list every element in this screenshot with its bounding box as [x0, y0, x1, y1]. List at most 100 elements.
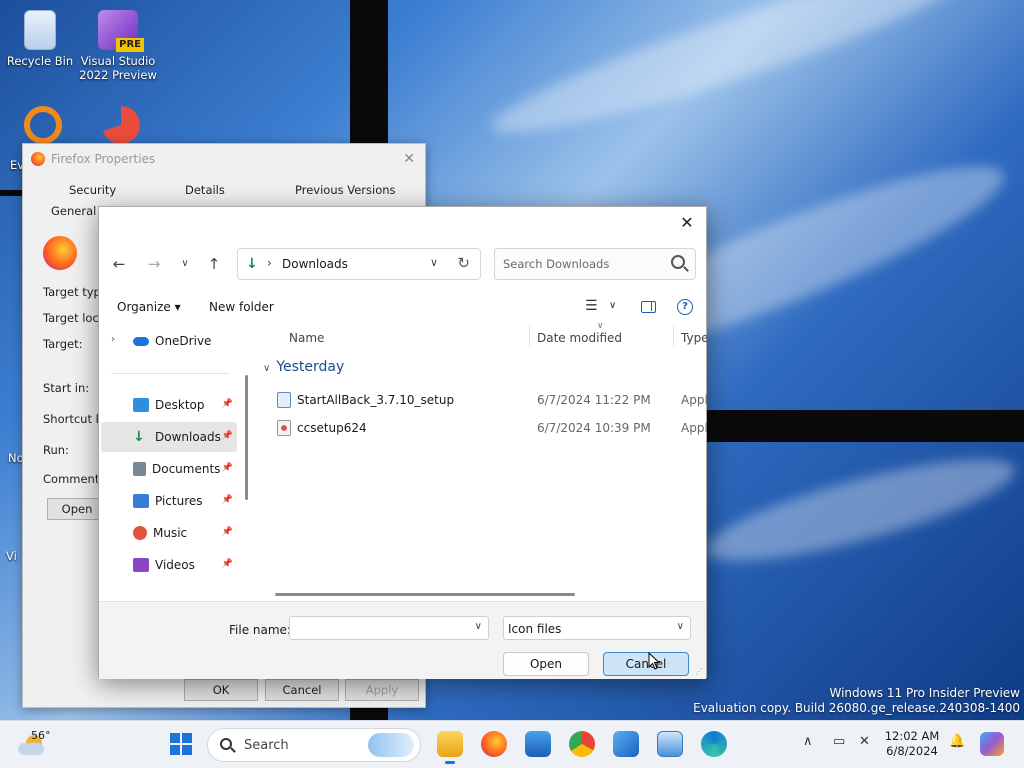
- file-name-combobox[interactable]: ∨: [289, 616, 489, 640]
- file-type: Appli: [681, 393, 707, 407]
- pictures-icon: [133, 494, 149, 508]
- network-icon[interactable]: ▭: [833, 734, 845, 749]
- videos-icon: [133, 558, 149, 572]
- open-file-dialog: ✕ ← → ∨ ↑ ↓ › Downloads ∨ ↻ Organize ▾ N…: [98, 206, 707, 679]
- file-type-filter-select[interactable]: Icon files ∨: [503, 616, 691, 640]
- horizontal-scrollbar[interactable]: [275, 593, 575, 596]
- wallpaper-frame: [700, 410, 1024, 442]
- file-explorer-icon[interactable]: [437, 731, 463, 764]
- sidebar-item-label: Downloads: [155, 430, 221, 444]
- apply-button[interactable]: Apply: [345, 679, 419, 701]
- new-folder-button[interactable]: New folder: [209, 300, 274, 314]
- preview-pane-icon[interactable]: [641, 301, 656, 313]
- help-icon[interactable]: ?: [677, 299, 693, 315]
- file-name: ccsetup624: [297, 421, 367, 435]
- chevron-down-icon[interactable]: ∨: [263, 363, 270, 374]
- weather-temperature[interactable]: 56°: [31, 729, 51, 742]
- group-header[interactable]: ∨ Yesterday: [263, 359, 344, 375]
- chevron-down-icon[interactable]: ∨: [609, 300, 616, 311]
- open-button[interactable]: Open: [503, 652, 589, 676]
- wallpaper-streak: [697, 439, 1023, 581]
- field-label: Run:: [43, 443, 69, 457]
- column-separator[interactable]: [673, 325, 674, 347]
- sidebar-item-desktop[interactable]: Desktop 📌: [101, 390, 237, 420]
- navigation-bar: ← → ∨ ↑ ↓ › Downloads ∨ ↻: [99, 247, 706, 281]
- notification-bell-icon[interactable]: 🔔: [949, 734, 965, 749]
- chevron-up-icon[interactable]: ∧: [803, 734, 813, 749]
- sidebar-item-downloads[interactable]: ↓ Downloads 📌: [101, 422, 237, 452]
- file-row[interactable]: StartAllBack_3.7.10_setup 6/7/2024 11:22…: [255, 387, 707, 413]
- taskbar-search-label: Search: [244, 738, 289, 753]
- field-label: Target typ: [43, 285, 101, 299]
- application-file-icon: [277, 392, 291, 408]
- chrome-icon[interactable]: [569, 731, 595, 757]
- properties-titlebar: Firefox Properties: [23, 144, 425, 174]
- visual-studio-desktop-icon[interactable]: PRE Visual Studio 2022 Preview: [78, 10, 158, 82]
- ok-button[interactable]: OK: [184, 679, 258, 701]
- view-list-icon[interactable]: ☰: [585, 298, 598, 314]
- column-header-date-modified[interactable]: Date modified: [537, 331, 622, 345]
- cancel-button[interactable]: Cancel: [603, 652, 689, 676]
- control-panel-icon[interactable]: [657, 731, 683, 757]
- ccleaner-icon[interactable]: [102, 106, 140, 144]
- copilot-icon[interactable]: [980, 732, 1004, 756]
- tab-general[interactable]: General: [51, 204, 96, 218]
- sidebar-item-onedrive[interactable]: OneDrive: [101, 326, 237, 356]
- recycle-bin-icon: [24, 10, 56, 50]
- sidebar-scrollbar[interactable]: [245, 375, 248, 500]
- edge-icon[interactable]: [701, 731, 727, 757]
- chevron-down-icon[interactable]: ∨: [430, 256, 438, 269]
- pin-icon: 📌: [221, 463, 233, 473]
- volume-muted-icon[interactable]: ✕: [859, 734, 870, 749]
- chevron-down-icon[interactable]: ∨: [475, 621, 482, 632]
- sort-caret-icon: ∨: [597, 323, 604, 331]
- column-header-name[interactable]: Name: [289, 331, 324, 345]
- search-input[interactable]: [503, 255, 663, 273]
- search-icon[interactable]: [671, 255, 685, 269]
- breadcrumb-location[interactable]: Downloads: [282, 257, 348, 271]
- recycle-bin-desktop-icon[interactable]: Recycle Bin: [0, 10, 80, 68]
- watermark-line1: Windows 11 Pro Insider Preview: [829, 686, 1020, 700]
- close-icon[interactable]: ✕: [676, 213, 698, 235]
- address-bar[interactable]: ↓ › Downloads ∨ ↻: [237, 248, 481, 280]
- column-separator[interactable]: [529, 325, 530, 347]
- close-icon[interactable]: ✕: [403, 151, 415, 167]
- organize-button[interactable]: Organize ▾: [117, 300, 181, 314]
- clock-time: 12:02 AM: [884, 729, 940, 743]
- sidebar-item-label: Pictures: [155, 494, 203, 508]
- sidebar-item-videos[interactable]: Videos 📌: [101, 550, 237, 580]
- sidebar-item-pictures[interactable]: Pictures 📌: [101, 486, 237, 516]
- refresh-icon[interactable]: ↻: [457, 254, 470, 272]
- file-name-input[interactable]: [294, 618, 464, 638]
- breadcrumb-separator-icon[interactable]: ›: [267, 256, 272, 270]
- search-box[interactable]: [494, 248, 696, 280]
- up-arrow-icon[interactable]: ↑: [203, 253, 225, 275]
- windows-logo-icon: [170, 733, 180, 743]
- resize-grip-icon[interactable]: ⋰: [695, 667, 703, 676]
- microsoft-store-icon[interactable]: [525, 731, 551, 757]
- tab-previous-versions[interactable]: Previous Versions: [295, 183, 396, 197]
- navigation-pane: › OneDrive Desktop 📌 ↓ Downloads 📌 Docum…: [99, 323, 249, 598]
- chevron-down-icon[interactable]: ∨: [174, 253, 196, 275]
- tab-security[interactable]: Security: [69, 183, 116, 197]
- file-name: StartAllBack_3.7.10_setup: [297, 393, 455, 407]
- windows-logo-icon: [170, 745, 180, 755]
- pin-icon: 📌: [221, 431, 233, 441]
- file-row[interactable]: ccsetup624 6/7/2024 10:39 PM Appli: [255, 415, 707, 441]
- sidebar-item-music[interactable]: Music 📌: [101, 518, 237, 548]
- forward-arrow-icon[interactable]: →: [143, 253, 165, 275]
- column-header-type[interactable]: Type: [681, 331, 707, 345]
- back-arrow-icon[interactable]: ←: [108, 253, 130, 275]
- cancel-button[interactable]: Cancel: [265, 679, 339, 701]
- field-label: Shortcut k: [43, 412, 103, 426]
- firefox-icon[interactable]: [481, 731, 507, 757]
- sidebar-item-documents[interactable]: Documents 📌: [101, 454, 237, 484]
- start-button[interactable]: [170, 733, 192, 755]
- tab-details[interactable]: Details: [185, 183, 225, 197]
- chevron-down-icon[interactable]: ∨: [677, 621, 684, 632]
- taskbar-search-box[interactable]: Search: [207, 728, 421, 762]
- system-clock[interactable]: 12:02 AM 6/8/2024: [880, 729, 944, 759]
- photos-icon[interactable]: [613, 731, 639, 757]
- desktop-icon-label: Vi: [6, 549, 17, 563]
- everything-icon[interactable]: [24, 106, 62, 144]
